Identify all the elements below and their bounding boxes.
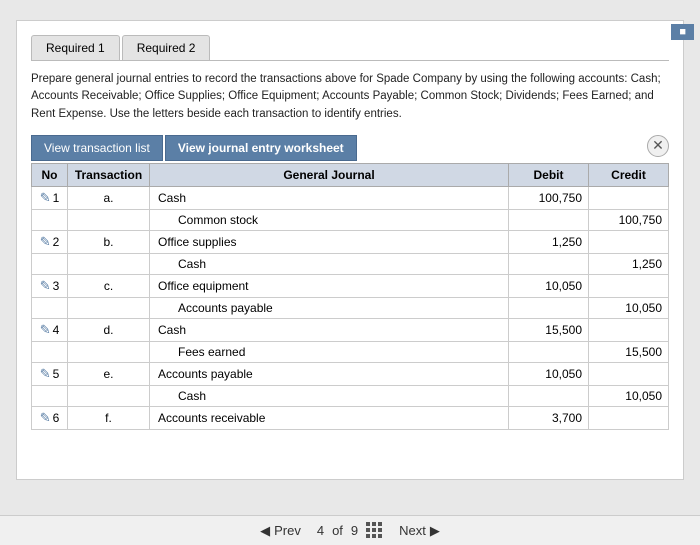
transaction-cell: a. [68, 186, 150, 209]
empty-no-cell [32, 209, 68, 230]
credit-cell: 1,250 [589, 253, 669, 274]
transaction-cell: f. [68, 406, 150, 429]
table-row: ✎5e.Accounts payable10,050 [32, 362, 669, 385]
account-cell: Cash [150, 186, 509, 209]
edit-icon[interactable]: ✎ [40, 322, 51, 337]
view-journal-entry-worksheet-button[interactable]: View journal entry worksheet [165, 135, 357, 161]
debit-cell: 15,500 [509, 318, 589, 341]
no-cell: ✎5 [32, 362, 68, 385]
credit-cell [589, 406, 669, 429]
debit-cell: 100,750 [509, 186, 589, 209]
debit-cell: 1,250 [509, 230, 589, 253]
table-row: Accounts payable 10,050 [32, 297, 669, 318]
table-row: Cash 10,050 [32, 385, 669, 406]
table-row: Fees earned 15,500 [32, 341, 669, 362]
edit-icon[interactable]: ✎ [40, 410, 51, 425]
debit-cell: 3,700 [509, 406, 589, 429]
no-cell: ✎1 [32, 186, 68, 209]
top-button[interactable]: ■ [671, 24, 694, 40]
table-row: ✎4d.Cash15,500 [32, 318, 669, 341]
table-row: Cash 1,250 [32, 253, 669, 274]
no-cell: ✎3 [32, 274, 68, 297]
journal-table: No Transaction General Journal Debit Cre… [31, 163, 669, 430]
account-cell: Office supplies [150, 230, 509, 253]
debit-cell [509, 341, 589, 362]
credit-cell [589, 274, 669, 297]
debit-cell [509, 297, 589, 318]
table-row: ✎2b.Office supplies1,250 [32, 230, 669, 253]
col-header-general-journal: General Journal [150, 163, 509, 186]
credit-cell [589, 362, 669, 385]
credit-cell [589, 186, 669, 209]
transaction-cell [68, 385, 150, 406]
transaction-cell: d. [68, 318, 150, 341]
close-button[interactable]: ✕ [647, 135, 669, 157]
view-transaction-list-button[interactable]: View transaction list [31, 135, 163, 161]
edit-icon[interactable]: ✎ [40, 234, 51, 249]
no-cell: ✎4 [32, 318, 68, 341]
transaction-cell: e. [68, 362, 150, 385]
debit-cell: 10,050 [509, 362, 589, 385]
credit-cell [589, 230, 669, 253]
debit-cell: 10,050 [509, 274, 589, 297]
col-header-credit: Credit [589, 163, 669, 186]
account-cell: Cash [150, 253, 509, 274]
col-header-debit: Debit [509, 163, 589, 186]
col-header-transaction: Transaction [68, 163, 150, 186]
account-cell: Common stock [150, 209, 509, 230]
account-cell: Office equipment [150, 274, 509, 297]
table-row: ✎6f.Accounts receivable3,700 [32, 406, 669, 429]
edit-icon[interactable]: ✎ [40, 190, 51, 205]
account-cell: Cash [150, 385, 509, 406]
transaction-cell [68, 253, 150, 274]
credit-cell: 15,500 [589, 341, 669, 362]
credit-cell [589, 318, 669, 341]
account-cell: Accounts receivable [150, 406, 509, 429]
instructions-text: Prepare general journal entries to recor… [31, 71, 669, 123]
debit-cell [509, 253, 589, 274]
credit-cell: 100,750 [589, 209, 669, 230]
credit-cell: 10,050 [589, 297, 669, 318]
empty-no-cell [32, 341, 68, 362]
empty-no-cell [32, 253, 68, 274]
account-cell: Fees earned [150, 341, 509, 362]
tab-required-1[interactable]: Required 1 [31, 35, 120, 60]
table-row: Common stock 100,750 [32, 209, 669, 230]
no-cell: ✎2 [32, 230, 68, 253]
pagination-bar: ◀ Prev 4 of 9 Next ▶ [0, 515, 700, 545]
transaction-cell [68, 297, 150, 318]
account-cell: Accounts payable [150, 362, 509, 385]
table-row: ✎3c.Office equipment10,050 [32, 274, 669, 297]
credit-cell: 10,050 [589, 385, 669, 406]
transaction-cell: b. [68, 230, 150, 253]
account-cell: Accounts payable [150, 297, 509, 318]
empty-no-cell [32, 297, 68, 318]
edit-icon[interactable]: ✎ [40, 278, 51, 293]
col-header-no: No [32, 163, 68, 186]
debit-cell [509, 385, 589, 406]
account-cell: Cash [150, 318, 509, 341]
no-cell: ✎6 [32, 406, 68, 429]
transaction-cell [68, 209, 150, 230]
edit-icon[interactable]: ✎ [40, 366, 51, 381]
tab-required-2[interactable]: Required 2 [122, 35, 211, 60]
empty-no-cell [32, 385, 68, 406]
table-row: ✎1a.Cash100,750 [32, 186, 669, 209]
transaction-cell [68, 341, 150, 362]
debit-cell [509, 209, 589, 230]
transaction-cell: c. [68, 274, 150, 297]
